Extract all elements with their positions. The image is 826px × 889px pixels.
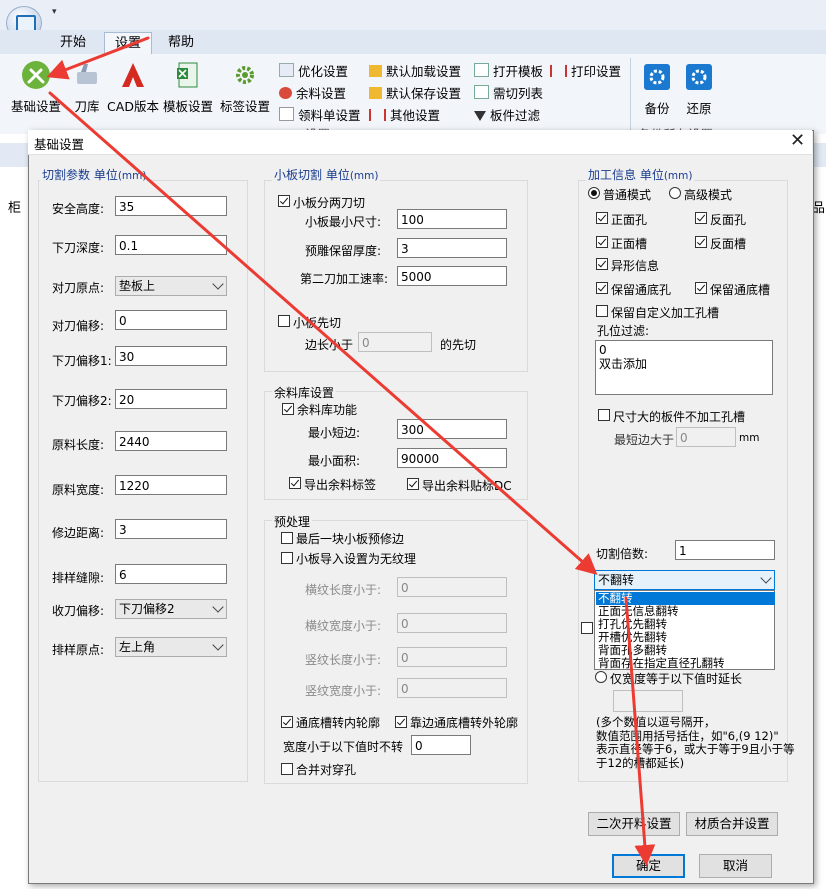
arrow-to-ok-button bbox=[624, 596, 656, 866]
arrow-to-basic-settings bbox=[46, 36, 150, 80]
arrow-to-flip-dropdown bbox=[48, 91, 598, 575]
annotation-arrows bbox=[46, 36, 656, 866]
